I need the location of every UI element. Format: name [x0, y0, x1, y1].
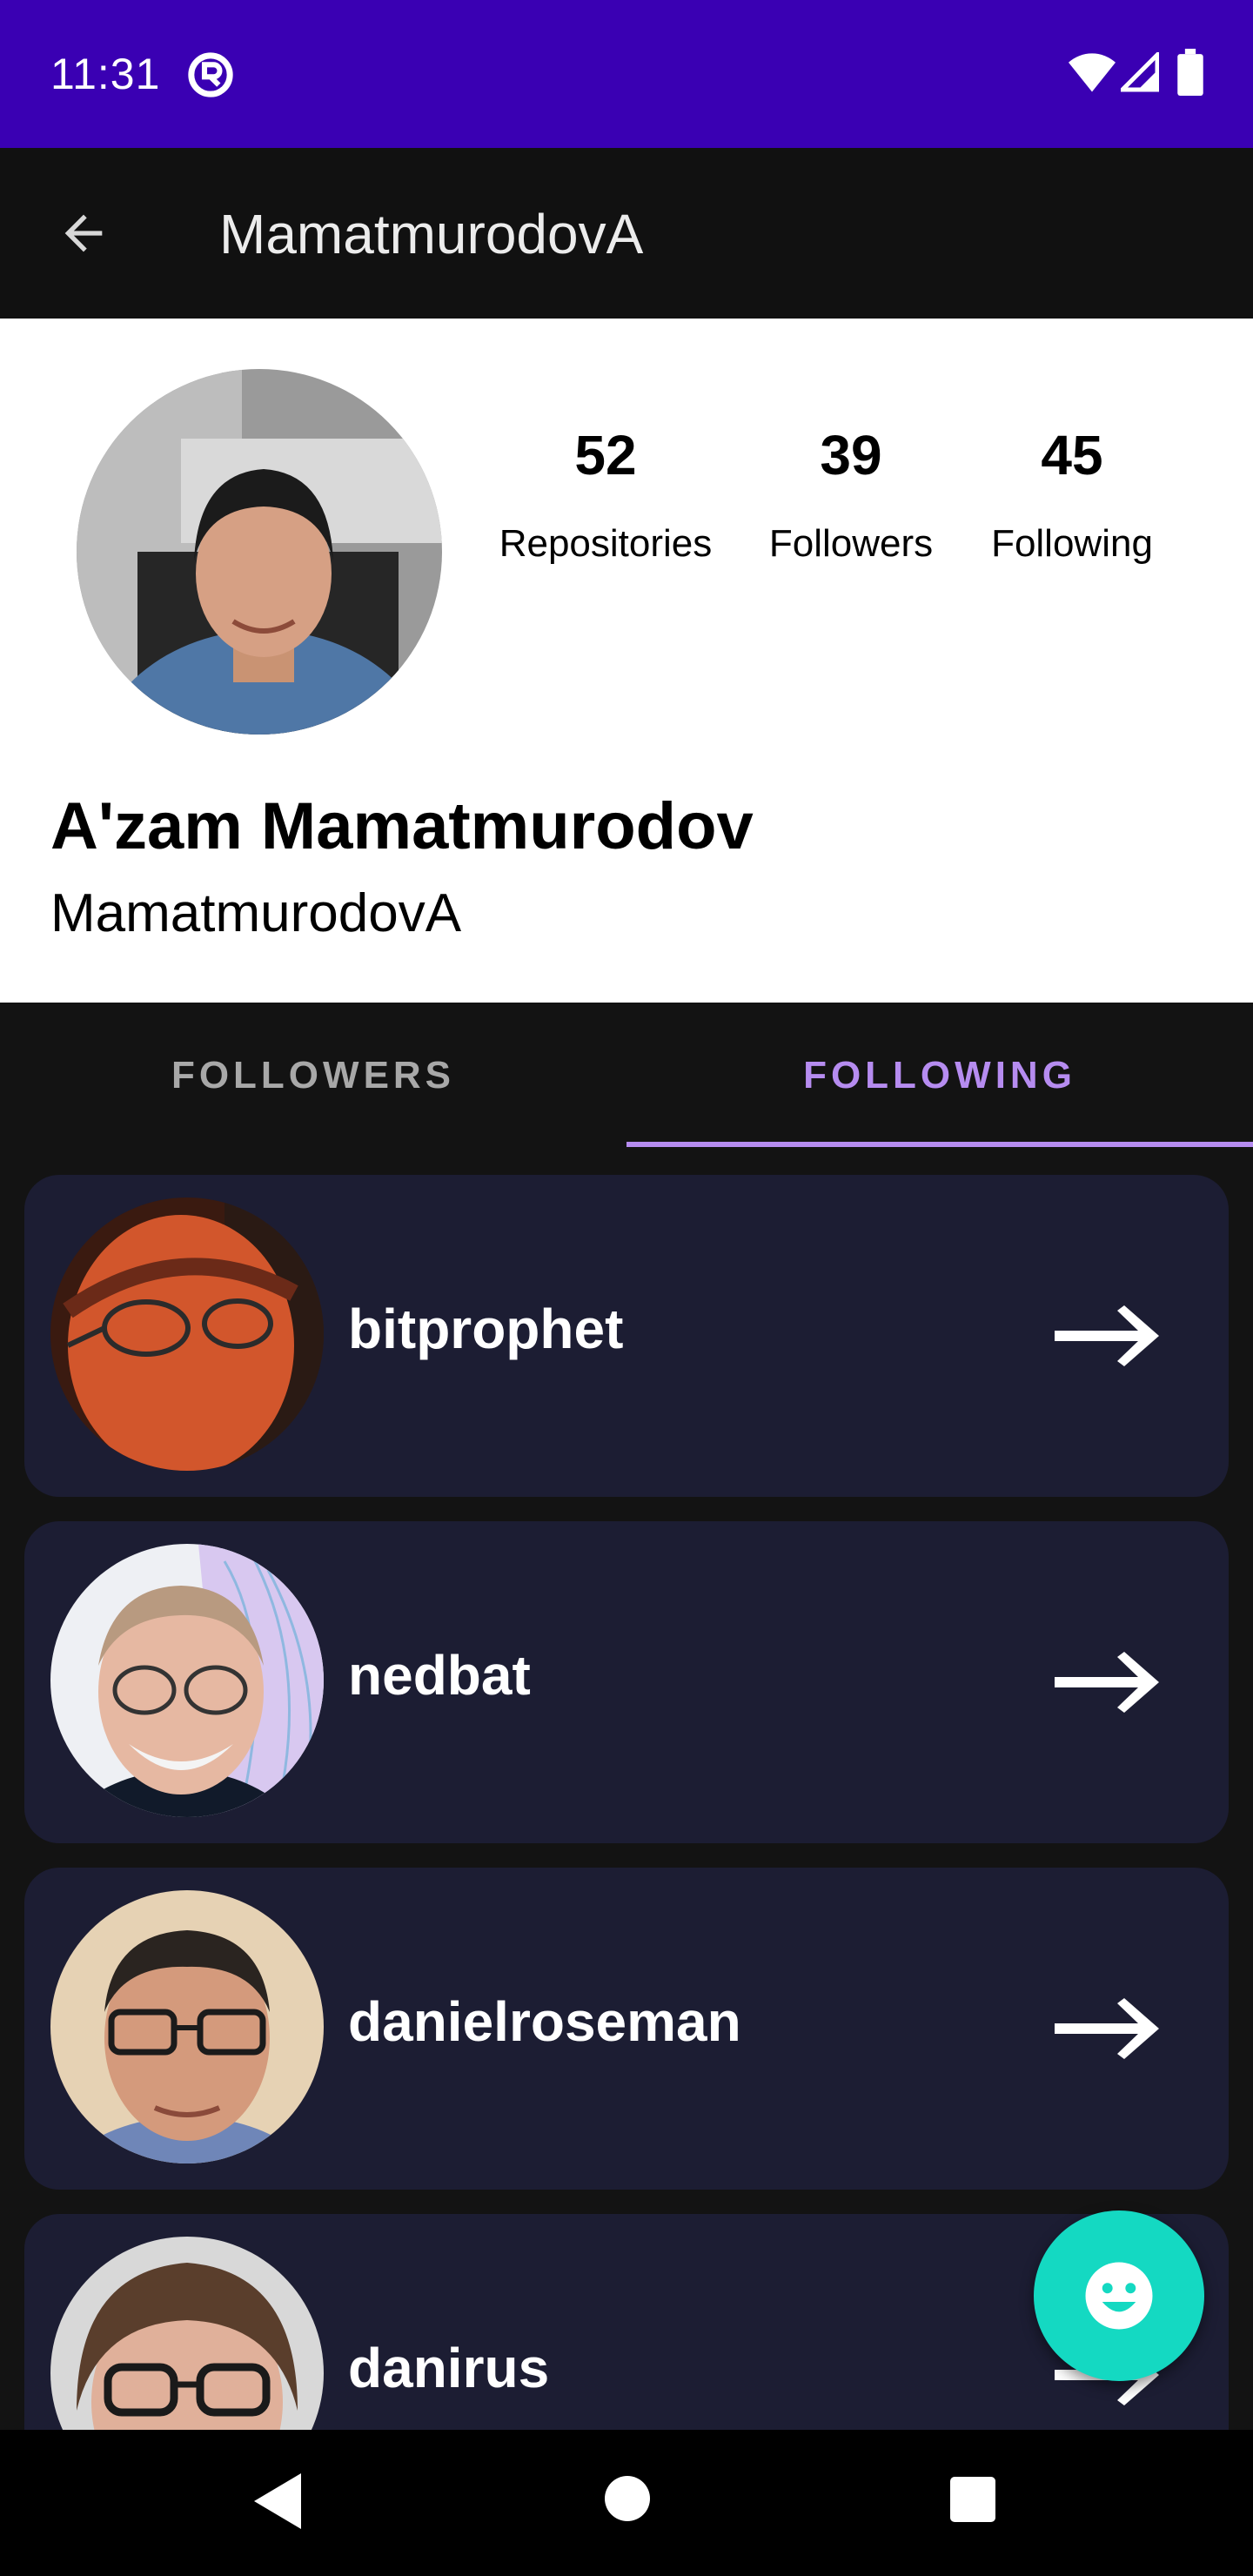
stat-repositories: 52 Repositories [487, 423, 724, 566]
smiley-icon [1085, 2262, 1153, 2330]
user-avatar [50, 1197, 324, 1471]
user-login: bitprophet [348, 1298, 624, 1360]
user-avatar [50, 2237, 324, 2430]
arrow-right-icon[interactable] [1055, 1998, 1159, 2059]
system-nav-bar [0, 2430, 1253, 2576]
status-bar: 11:31 [0, 0, 1253, 148]
user-login: danirus [348, 2337, 550, 2399]
user-login: nedbat [348, 1644, 531, 1707]
stat-value: 52 [574, 424, 637, 486]
stat-followers: 39 Followers [755, 423, 947, 566]
arrow-left-icon [64, 214, 103, 252]
stat-value: 39 [820, 424, 882, 486]
status-time: 11:31 [50, 50, 161, 98]
stat-following: 45 Following [975, 423, 1169, 566]
stat-label: Following [991, 522, 1153, 565]
user-avatar [50, 1544, 324, 1817]
toolbar-title: MamatmurodovA [219, 203, 644, 265]
wifi-icon [1069, 53, 1116, 92]
nav-recents-icon[interactable] [948, 2475, 997, 2524]
app-notification-icon [188, 52, 233, 97]
profile-header: 52 Repositories 39 Followers 45 Followin… [0, 319, 1253, 1003]
list-item[interactable]: bitprophet [24, 1175, 1229, 1497]
arrow-right-icon[interactable] [1055, 1305, 1159, 1366]
user-avatar [50, 1890, 324, 2163]
arrow-right-icon[interactable] [1055, 1652, 1159, 1713]
stat-label: Repositories [499, 522, 713, 565]
battery-icon [1177, 49, 1203, 96]
profile-full-name: A'zam Mamatmurodov [50, 789, 754, 863]
stat-value: 45 [1041, 424, 1103, 486]
tab-indicator [626, 1142, 1253, 1147]
tab-following[interactable]: FOLLOWING [626, 1003, 1253, 1149]
stat-label: Followers [768, 522, 934, 565]
profile-username: MamatmurodovA [50, 883, 462, 943]
tab-bar: FOLLOWERS FOLLOWING [0, 1003, 1253, 1149]
user-login: danielroseman [348, 1990, 741, 2053]
fab-button[interactable] [1034, 2210, 1204, 2381]
tab-followers[interactable]: FOLLOWERS [0, 1003, 626, 1149]
nav-home-icon[interactable] [604, 2475, 651, 2522]
signal-icon [1121, 52, 1159, 92]
nav-back-icon[interactable] [249, 2470, 306, 2532]
back-button[interactable] [49, 198, 118, 268]
profile-avatar [77, 369, 442, 735]
list-item[interactable]: nedbat [24, 1521, 1229, 1843]
toolbar: MamatmurodovA [0, 148, 1253, 319]
list-item[interactable]: danielroseman [24, 1868, 1229, 2190]
